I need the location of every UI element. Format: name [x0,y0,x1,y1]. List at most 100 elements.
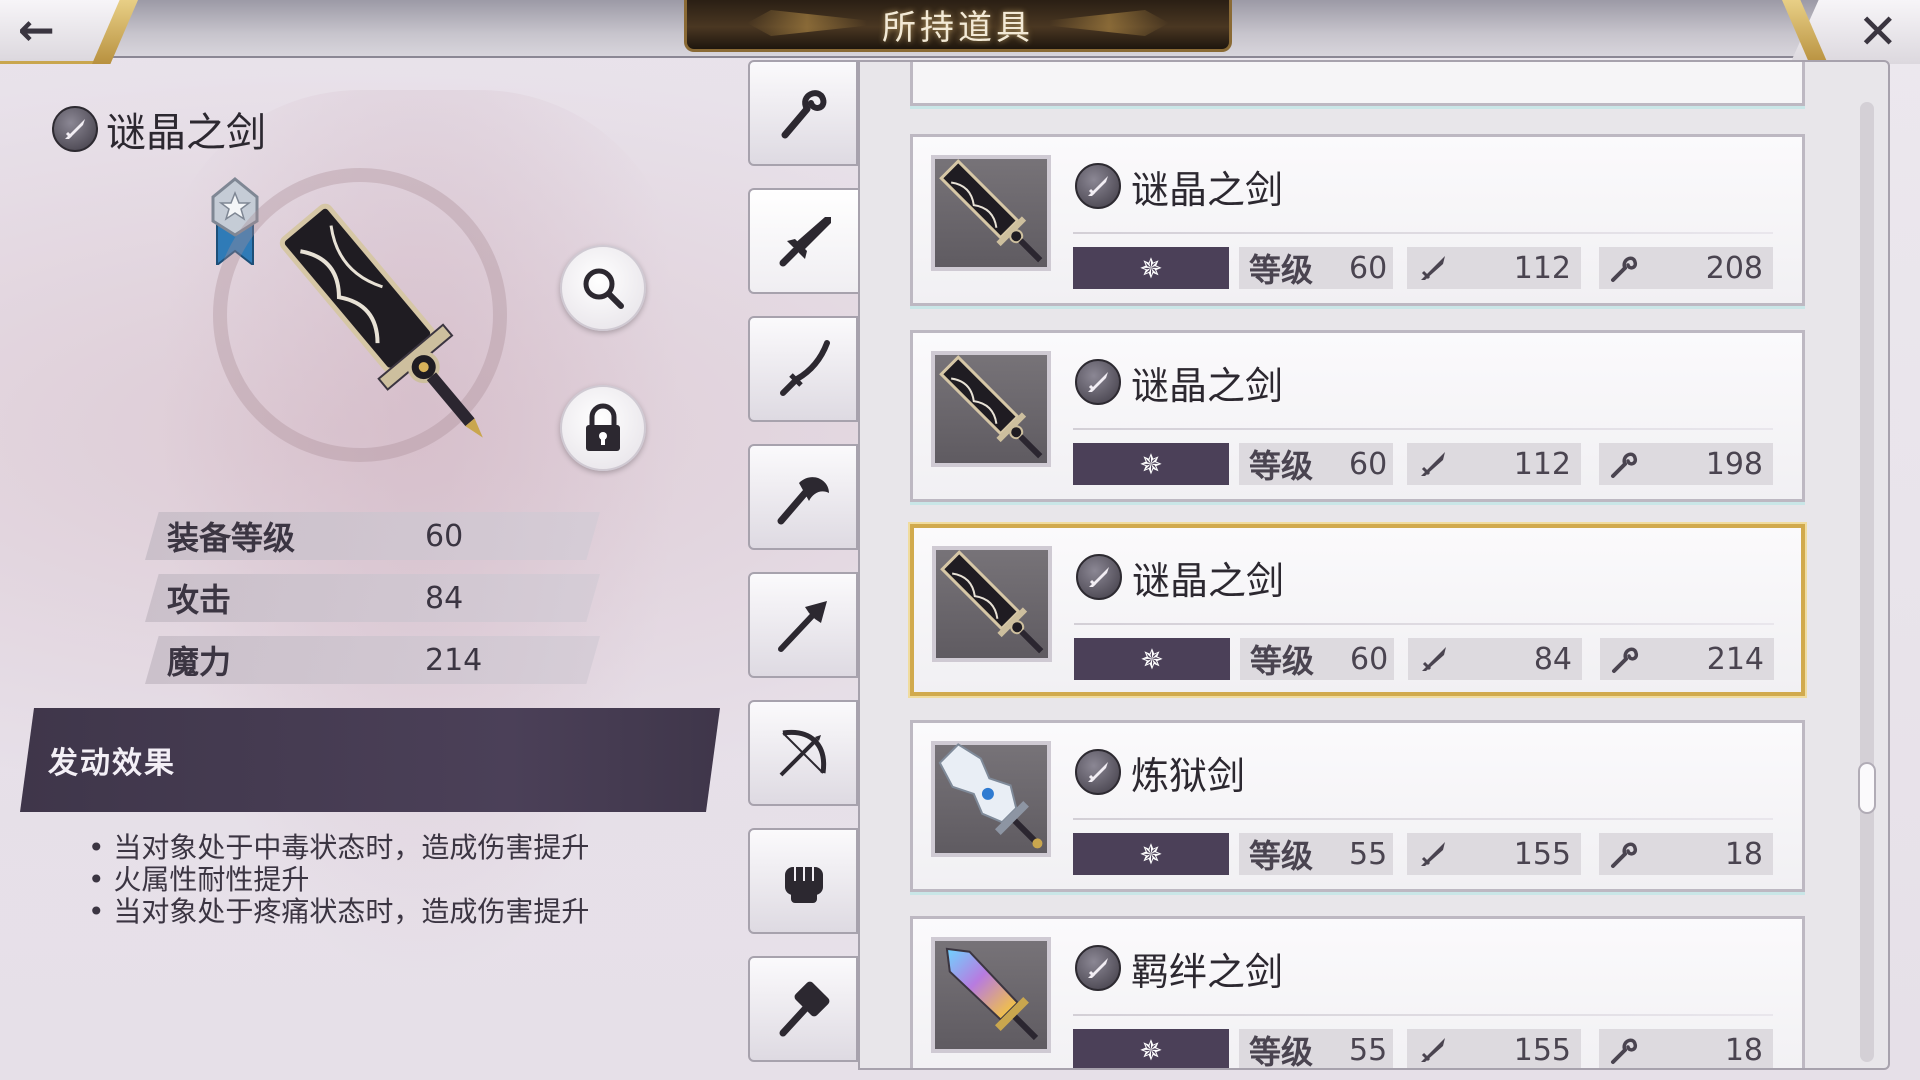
magic-chip: 18 [1599,1029,1773,1068]
detail-item-name: 谜晶之剑 [106,110,266,156]
item-name: 羁绊之剑 [1131,950,1284,994]
staff-icon [781,90,827,139]
tab-sword[interactable] [748,188,860,294]
level-value: 60 [1349,446,1388,482]
spear-icon [778,601,827,652]
magic-chip: 18 [1599,833,1773,875]
divider [1073,232,1773,234]
scrollbar-thumb[interactable] [1858,762,1876,814]
item-card[interactable]: 羁绊之剑 ✵ 等级 55 155 18 [910,916,1805,1068]
stat-row-attack: 攻击 84 [145,574,600,622]
close-icon: ✕ [1857,4,1898,60]
katana-icon [780,340,830,396]
element-star-icon: ✵ [1073,833,1229,875]
lock-button[interactable] [560,385,646,471]
item-name: 谜晶之剑 [1132,559,1285,603]
scrollbar-track[interactable] [1860,102,1874,1062]
level-label: 等级 [1249,251,1314,289]
effect-item: 当对象处于疼痛状态时，造成伤害提升 [88,896,589,928]
level-label: 等级 [1249,837,1314,875]
attack-value: 112 [1513,446,1571,482]
magic-value: 198 [1705,446,1763,482]
level-label: 等级 [1250,642,1315,680]
magic-icon [1609,448,1649,480]
attack-value: 112 [1513,250,1571,286]
effect-item: 火属性耐性提升 [88,864,589,896]
magic-chip: 214 [1600,638,1774,680]
title-ornament-left [747,10,867,36]
stat-label: 攻击 [167,581,232,619]
inferno-sword-art [938,743,1043,849]
stat-value: 214 [425,642,483,678]
magic-icon [1609,1034,1649,1066]
element-star-icon: ✵ [1073,247,1229,289]
attack-value: 155 [1513,1032,1571,1068]
level-chip: 等级 60 [1239,247,1393,289]
item-name: 炼狱剑 [1131,754,1246,798]
level-label: 等级 [1249,447,1314,485]
attack-chip: 112 [1407,247,1581,289]
effect-item: 当对象处于中毒状态时，造成伤害提升 [88,832,589,864]
tab-staff[interactable] [748,60,858,166]
item-card-selected[interactable]: 谜晶之剑 ✵ 等级 60 84 214 [910,524,1805,696]
item-card[interactable]: 谜晶之剑 ✵ 等级 60 112 198 [910,330,1805,502]
lock-icon [586,403,620,451]
level-chip: 等级 55 [1239,1029,1393,1068]
stat-row-equip-level: 装备等级 60 [145,512,600,560]
item-card[interactable]: 炼狱剑 ✵ 等级 55 155 18 [910,720,1805,892]
item-card[interactable]: 谜晶之剑 ✵ 等级 60 112 208 [910,134,1805,306]
attack-chip: 155 [1407,1029,1581,1068]
list-item-partial[interactable] [910,62,1805,106]
attack-chip: 84 [1408,638,1582,680]
sword-type-icon [1075,945,1121,991]
tab-bow[interactable] [748,700,858,806]
detail-name-row: 谜晶之剑 [52,100,266,158]
weapon-category-tabs [748,60,860,1070]
divider [1074,623,1774,625]
sword-icon [779,217,831,267]
axe-icon [777,477,829,525]
zoom-button[interactable] [560,245,646,331]
level-value: 60 [1349,250,1388,286]
attack-value: 155 [1513,836,1571,872]
attack-chip: 155 [1407,833,1581,875]
bow-icon [779,729,827,777]
tab-spear[interactable] [748,572,858,678]
fist-icon [785,867,823,903]
stat-label: 装备等级 [167,519,296,557]
tab-hammer[interactable] [748,956,858,1062]
attack-icon [1418,643,1458,675]
level-chip: 等级 55 [1239,833,1393,875]
magic-icon [1609,252,1649,284]
crystal-sword-art [939,355,1043,459]
bond-sword-art [945,947,1039,1041]
sword-type-icon [1075,359,1121,405]
item-thumbnail [931,155,1051,271]
magic-chip: 208 [1599,247,1773,289]
back-arrow-icon: ← [18,4,55,56]
attack-icon [1417,448,1457,480]
tab-axe[interactable] [748,444,858,550]
magnifier-icon [583,268,624,309]
crystal-sword-art [940,550,1044,654]
attack-icon [1417,1034,1457,1066]
magic-chip: 198 [1599,443,1773,485]
magic-icon [1610,643,1650,675]
tab-katana[interactable] [748,316,858,422]
stat-value: 60 [425,518,464,554]
magic-value: 208 [1705,250,1763,286]
level-value: 55 [1349,1032,1388,1068]
divider [1073,1014,1773,1016]
level-value: 55 [1349,836,1388,872]
sword-type-icon [52,106,98,152]
element-star-icon: ✵ [1073,1029,1229,1068]
effect-list: 当对象处于中毒状态时，造成伤害提升 火属性耐性提升 当对象处于疼痛状态时，造成伤… [88,832,589,928]
magic-value: 18 [1724,1032,1763,1068]
tab-fist[interactable] [748,828,858,934]
page-title: 所持道具 [882,8,1034,48]
item-thumbnail [931,741,1051,857]
magic-icon [1609,838,1649,870]
item-list-panel[interactable]: 谜晶之剑 ✵ 等级 60 112 208 谜晶之剑 ✵ 等级 60 112 19… [858,60,1890,1070]
magic-value: 214 [1706,641,1764,677]
title-plate: 所持道具 [684,0,1232,52]
